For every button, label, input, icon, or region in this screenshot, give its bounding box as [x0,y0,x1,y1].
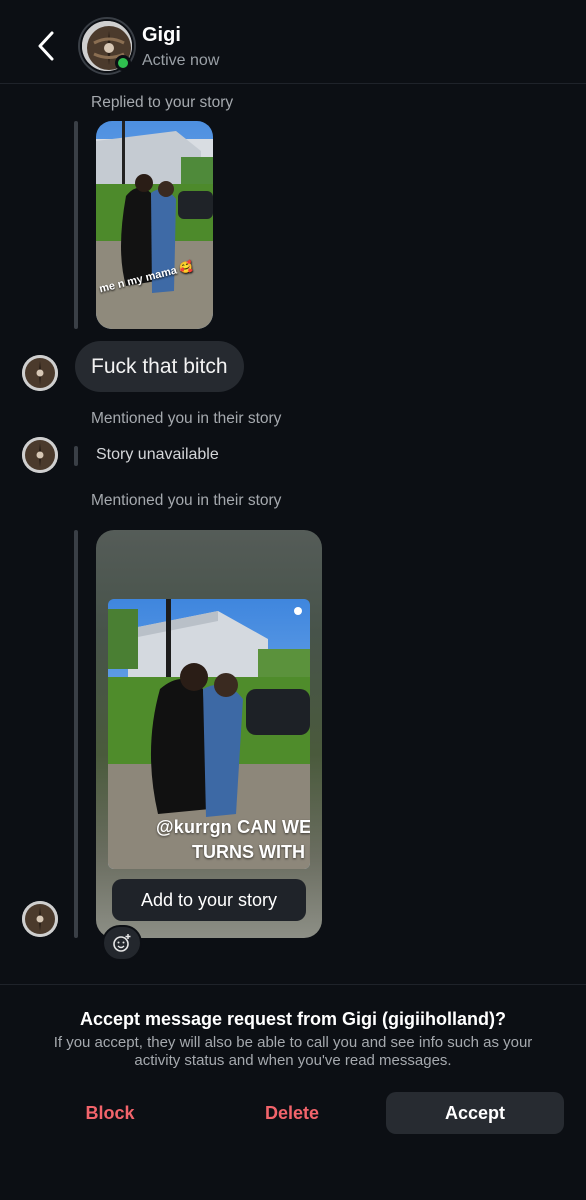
reply-quote-bar [74,121,78,329]
add-to-story-button[interactable]: Add to your story [112,879,306,921]
back-chevron-icon [38,31,54,61]
add-reaction-icon [113,934,131,952]
story-photo: @kurrgn CAN WE TAKE TURNS WITH HER ? [108,599,310,869]
delete-button[interactable]: Delete [222,1092,362,1134]
story-card[interactable]: @kurrgn CAN WE TAKE TURNS WITH HER ? Add… [96,530,322,938]
online-status-dot [115,55,131,71]
contact-name[interactable]: Gigi [142,24,181,47]
replied-to-story-label: Replied to your story [91,94,234,111]
block-button[interactable]: Block [40,1092,180,1134]
sender-avatar[interactable] [22,437,58,473]
mention-label-1: Mentioned you in their story [91,410,282,427]
story-unavailable-text: Story unavailable [96,446,219,463]
accept-request-title: Accept message request from Gigi (gigiih… [79,1009,507,1029]
sender-avatar[interactable] [22,901,58,937]
message-bubble[interactable]: Fuck that bitch [75,341,244,392]
story-thumbnail-1[interactable]: me n my mama 🥰 [96,121,213,329]
story-overlay-text-1: @kurrgn CAN WE TAKE [156,817,310,837]
accept-button[interactable]: Accept [386,1092,564,1134]
sender-avatar[interactable] [22,355,58,391]
back-button[interactable] [30,28,62,64]
chat-header: Gigi Active now [0,0,586,84]
mention-quote-bar [74,446,78,466]
mention-label-2: Mentioned you in their story [91,492,282,509]
accept-request-description: If you accept, they will also be able to… [53,1034,533,1069]
activity-status: Active now [142,52,220,69]
mention-quote-bar [74,530,78,938]
add-reaction-button[interactable] [102,925,142,961]
story-overlay-text-2: TURNS WITH HER ? [192,842,310,862]
message-request-footer: Accept message request from Gigi (gigiih… [0,984,586,1200]
